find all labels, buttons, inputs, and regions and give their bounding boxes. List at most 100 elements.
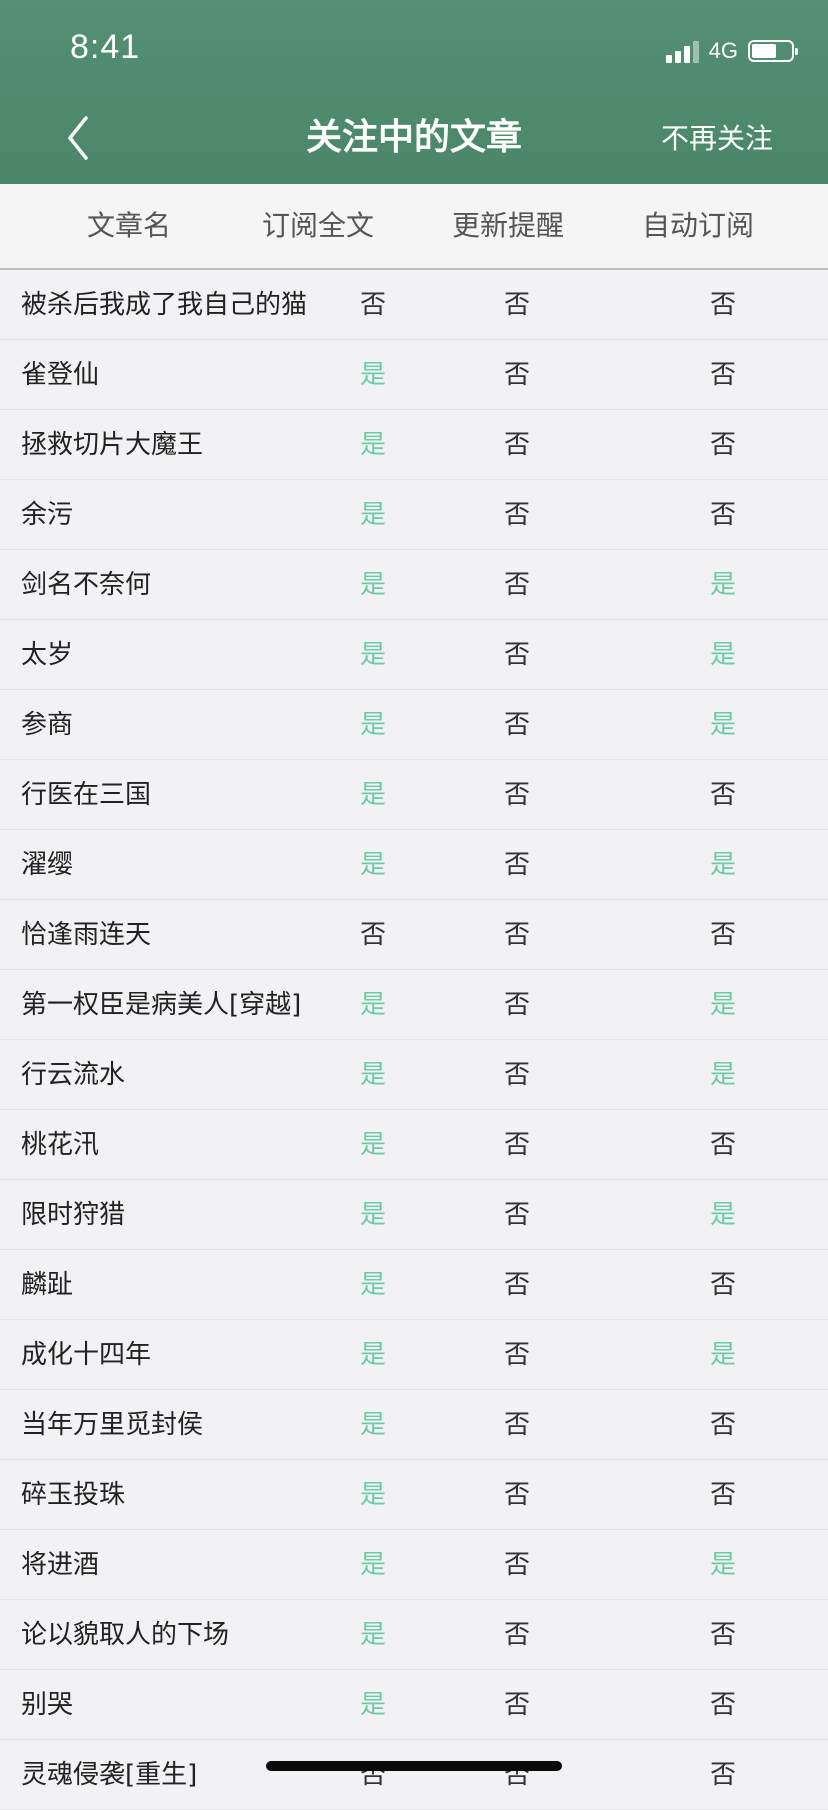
auto-subscribe-toggle[interactable]: 否 <box>693 1600 753 1670</box>
auto-subscribe-toggle[interactable]: 是 <box>693 1180 753 1250</box>
update-reminder-toggle[interactable]: 否 <box>487 760 547 830</box>
update-reminder-toggle[interactable]: 否 <box>487 830 547 900</box>
unfollow-button[interactable]: 不再关注 <box>661 118 773 160</box>
table-row[interactable]: 雀登仙 是 否 否 <box>0 340 828 410</box>
full-text-toggle[interactable]: 是 <box>343 1390 403 1460</box>
article-title[interactable]: 限时狩猎 <box>21 1180 125 1250</box>
table-row[interactable]: 拯救切片大魔王 是 否 否 <box>0 410 828 480</box>
full-text-toggle[interactable]: 否 <box>343 270 403 340</box>
article-title[interactable]: 别哭 <box>21 1670 73 1740</box>
full-text-toggle[interactable]: 否 <box>343 1740 403 1810</box>
article-title[interactable]: 太岁 <box>21 620 73 690</box>
table-row[interactable]: 成化十四年 是 否 是 <box>0 1320 828 1390</box>
table-row[interactable]: 别哭 是 否 否 <box>0 1670 828 1740</box>
article-title[interactable]: 行医在三国 <box>21 760 151 830</box>
auto-subscribe-toggle[interactable]: 否 <box>693 760 753 830</box>
table-row[interactable]: 第一权臣是病美人[穿越] 是 否 是 <box>0 970 828 1040</box>
article-title[interactable]: 成化十四年 <box>21 1320 151 1390</box>
full-text-toggle[interactable]: 是 <box>343 1250 403 1320</box>
update-reminder-toggle[interactable]: 否 <box>487 1320 547 1390</box>
auto-subscribe-toggle[interactable]: 否 <box>693 270 753 340</box>
article-title[interactable]: 剑名不奈何 <box>21 550 151 620</box>
table-row[interactable]: 参商 是 否 是 <box>0 690 828 760</box>
home-indicator[interactable] <box>266 1761 562 1771</box>
table-row[interactable]: 余污 是 否 否 <box>0 480 828 550</box>
article-title[interactable]: 当年万里觅封侯 <box>21 1390 203 1460</box>
full-text-toggle[interactable]: 是 <box>343 1320 403 1390</box>
auto-subscribe-toggle[interactable]: 是 <box>693 1530 753 1600</box>
full-text-toggle[interactable]: 是 <box>343 410 403 480</box>
table-row[interactable]: 濯缨 是 否 是 <box>0 830 828 900</box>
table-row[interactable]: 太岁 是 否 是 <box>0 620 828 690</box>
auto-subscribe-toggle[interactable]: 否 <box>693 1670 753 1740</box>
full-text-toggle[interactable]: 是 <box>343 970 403 1040</box>
update-reminder-toggle[interactable]: 否 <box>487 1250 547 1320</box>
update-reminder-toggle[interactable]: 否 <box>487 1670 547 1740</box>
auto-subscribe-toggle[interactable]: 否 <box>693 1390 753 1460</box>
full-text-toggle[interactable]: 是 <box>343 550 403 620</box>
article-title[interactable]: 将进酒 <box>21 1530 99 1600</box>
auto-subscribe-toggle[interactable]: 否 <box>693 1110 753 1180</box>
update-reminder-toggle[interactable]: 否 <box>487 970 547 1040</box>
table-row[interactable]: 行云流水 是 否 是 <box>0 1040 828 1110</box>
article-title[interactable]: 行云流水 <box>21 1040 125 1110</box>
article-title[interactable]: 碎玉投珠 <box>21 1460 125 1530</box>
full-text-toggle[interactable]: 是 <box>343 1670 403 1740</box>
article-title[interactable]: 桃花汛 <box>21 1110 99 1180</box>
table-row[interactable]: 桃花汛 是 否 否 <box>0 1110 828 1180</box>
full-text-toggle[interactable]: 是 <box>343 1110 403 1180</box>
auto-subscribe-toggle[interactable]: 是 <box>693 690 753 760</box>
table-row[interactable]: 碎玉投珠 是 否 否 <box>0 1460 828 1530</box>
update-reminder-toggle[interactable]: 否 <box>487 1530 547 1600</box>
auto-subscribe-toggle[interactable]: 是 <box>693 1320 753 1390</box>
update-reminder-toggle[interactable]: 否 <box>487 410 547 480</box>
table-row[interactable]: 将进酒 是 否 是 <box>0 1530 828 1600</box>
article-title[interactable]: 参商 <box>21 690 73 760</box>
full-text-toggle[interactable]: 是 <box>343 1600 403 1670</box>
full-text-toggle[interactable]: 是 <box>343 830 403 900</box>
auto-subscribe-toggle[interactable]: 否 <box>693 340 753 410</box>
full-text-toggle[interactable]: 是 <box>343 1180 403 1250</box>
auto-subscribe-toggle[interactable]: 是 <box>693 620 753 690</box>
update-reminder-toggle[interactable]: 否 <box>487 340 547 410</box>
table-row[interactable]: 限时狩猎 是 否 是 <box>0 1180 828 1250</box>
update-reminder-toggle[interactable]: 否 <box>487 270 547 340</box>
auto-subscribe-toggle[interactable]: 否 <box>693 1250 753 1320</box>
full-text-toggle[interactable]: 是 <box>343 1460 403 1530</box>
update-reminder-toggle[interactable]: 否 <box>487 1110 547 1180</box>
auto-subscribe-toggle[interactable]: 否 <box>693 1740 753 1810</box>
article-title[interactable]: 麟趾 <box>21 1250 73 1320</box>
table-row[interactable]: 行医在三国 是 否 否 <box>0 760 828 830</box>
update-reminder-toggle[interactable]: 否 <box>487 1460 547 1530</box>
auto-subscribe-toggle[interactable]: 否 <box>693 900 753 970</box>
full-text-toggle[interactable]: 是 <box>343 340 403 410</box>
article-title[interactable]: 第一权臣是病美人[穿越] <box>21 970 301 1040</box>
table-row[interactable]: 恰逢雨连天 否 否 否 <box>0 900 828 970</box>
full-text-toggle[interactable]: 是 <box>343 1530 403 1600</box>
full-text-toggle[interactable]: 是 <box>343 1040 403 1110</box>
auto-subscribe-toggle[interactable]: 是 <box>693 550 753 620</box>
auto-subscribe-toggle[interactable]: 是 <box>693 830 753 900</box>
table-row[interactable]: 论以貌取人的下场 是 否 否 <box>0 1600 828 1670</box>
full-text-toggle[interactable]: 是 <box>343 690 403 760</box>
auto-subscribe-toggle[interactable]: 是 <box>693 1040 753 1110</box>
auto-subscribe-toggle[interactable]: 否 <box>693 1460 753 1530</box>
update-reminder-toggle[interactable]: 否 <box>487 1740 547 1810</box>
article-title[interactable]: 论以貌取人的下场 <box>21 1600 229 1670</box>
article-title[interactable]: 濯缨 <box>21 830 73 900</box>
article-title[interactable]: 余污 <box>21 480 73 550</box>
table-row[interactable]: 灵魂侵袭[重生] 否 否 否 <box>0 1740 828 1810</box>
full-text-toggle[interactable]: 是 <box>343 480 403 550</box>
update-reminder-toggle[interactable]: 否 <box>487 480 547 550</box>
update-reminder-toggle[interactable]: 否 <box>487 1600 547 1670</box>
update-reminder-toggle[interactable]: 否 <box>487 900 547 970</box>
article-title[interactable]: 灵魂侵袭[重生] <box>21 1740 197 1810</box>
table-row[interactable]: 当年万里觅封侯 是 否 否 <box>0 1390 828 1460</box>
update-reminder-toggle[interactable]: 否 <box>487 1040 547 1110</box>
article-title[interactable]: 雀登仙 <box>21 340 99 410</box>
article-title[interactable]: 拯救切片大魔王 <box>21 410 203 480</box>
update-reminder-toggle[interactable]: 否 <box>487 620 547 690</box>
table-row[interactable]: 麟趾 是 否 否 <box>0 1250 828 1320</box>
auto-subscribe-toggle[interactable]: 否 <box>693 410 753 480</box>
full-text-toggle[interactable]: 否 <box>343 900 403 970</box>
